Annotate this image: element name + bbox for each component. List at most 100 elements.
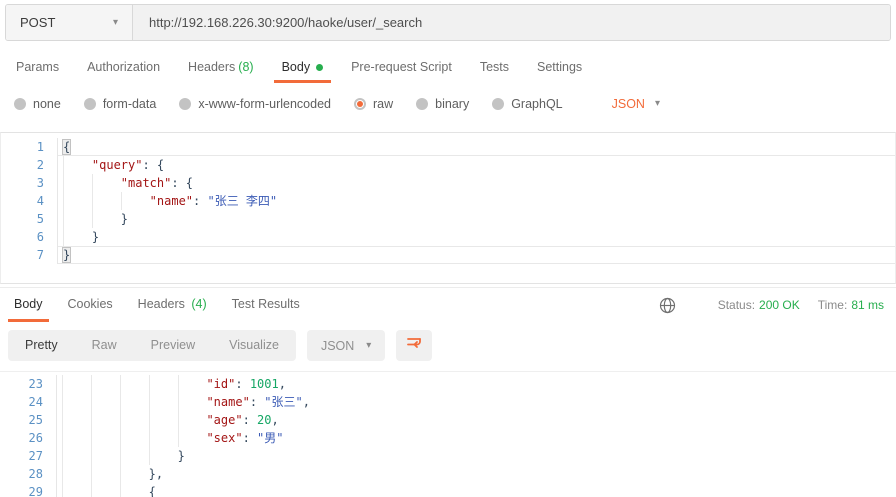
body-type-raw[interactable]: raw — [354, 97, 393, 111]
body-type-row: none form-data x-www-form-urlencoded raw bin… — [0, 91, 896, 117]
line-content: "age": 20, — [57, 411, 896, 429]
body-type-none[interactable]: none — [14, 97, 61, 111]
tab-pre-request-script[interactable]: Pre-request Script — [337, 53, 466, 83]
body-type-x-www-form-urlencoded[interactable]: x-www-form-urlencoded — [179, 97, 331, 111]
response-tabs: Body Cookies Headers (4) Test Results — [8, 288, 319, 322]
method-select[interactable]: POST ▾ — [6, 5, 133, 40]
tab-label: Pre-request Script — [351, 60, 452, 74]
body-type-binary[interactable]: binary — [416, 97, 469, 111]
line-content: } — [57, 447, 896, 465]
code-line[interactable]: 27} — [0, 447, 896, 465]
view-mode-visualize[interactable]: Visualize — [212, 330, 296, 361]
code-line[interactable]: 23 "id": 1001, — [0, 375, 896, 393]
line-number: 26 — [0, 429, 57, 447]
code-line[interactable]: 6} — [1, 228, 895, 246]
code-line[interactable]: 29 { — [0, 483, 896, 497]
response-toolbar: Pretty Raw Preview Visualize JSON ▾ — [8, 330, 896, 361]
wrap-text-icon — [406, 336, 422, 355]
body-type-form-data[interactable]: form-data — [83, 97, 156, 111]
view-mode-raw[interactable]: Raw — [75, 330, 134, 361]
tab-label: Headers — [137, 297, 185, 311]
network-globe-icon[interactable] — [659, 297, 676, 314]
response-format-select[interactable]: JSON ▾ — [306, 330, 386, 361]
line-number: 7 — [1, 246, 58, 264]
line-content: }, — [57, 465, 896, 483]
url-input[interactable] — [133, 15, 890, 30]
indent-guide — [91, 210, 121, 228]
code-token: 20 — [257, 413, 272, 427]
code-token: "男" — [257, 431, 284, 445]
request-body-editor[interactable]: 1{2 "query": {3 "match": {4 "name": "张三 李四"… — [0, 132, 896, 284]
raw-format-label: JSON — [611, 97, 645, 111]
tab-label: Authorization — [87, 60, 161, 74]
response-tab-cookies[interactable]: Cookies — [62, 288, 119, 322]
indent-guide — [62, 465, 91, 483]
tab-params[interactable]: Params — [2, 53, 73, 83]
line-number: 25 — [0, 411, 57, 429]
tab-label: Body — [14, 297, 43, 311]
response-format-label: JSON — [320, 338, 355, 353]
line-content: } — [58, 246, 895, 264]
line-content: { — [58, 138, 895, 156]
view-mode-preview[interactable]: Preview — [134, 330, 212, 361]
code-token: 1001 — [249, 377, 279, 391]
code-line[interactable]: 25 "age": 20, — [0, 411, 896, 429]
code-line[interactable]: 26 "sex": "男" — [0, 429, 896, 447]
code-token: : { — [142, 158, 165, 172]
code-token: : — [193, 194, 208, 208]
body-type-graphql[interactable]: GraphQL — [492, 97, 563, 111]
indent-guide — [63, 192, 92, 210]
request-url-bar: POST ▾ — [5, 4, 891, 41]
tab-body[interactable]: Body — [268, 53, 338, 83]
indent-guide — [119, 483, 149, 497]
code-token: } — [120, 212, 129, 226]
response-body-editor[interactable]: 23 "id": 1001, 24 "name": "张三", 25 "age": 20,… — [0, 371, 896, 497]
indent-guide — [90, 393, 120, 411]
code-line[interactable]: 28}, — [0, 465, 896, 483]
code-line[interactable]: 1{ — [1, 138, 895, 156]
wrap-text-button[interactable] — [396, 330, 433, 361]
code-token: "张三 李四" — [207, 194, 278, 208]
code-token: } — [61, 247, 72, 263]
method-label: POST — [20, 15, 56, 30]
code-line[interactable]: 5} — [1, 210, 895, 228]
time-label: Time: — [817, 298, 848, 312]
tab-settings[interactable]: Settings — [523, 53, 596, 83]
indent-guide — [119, 465, 149, 483]
code-line[interactable]: 2 "query": { — [1, 156, 895, 174]
response-tab-test-results[interactable]: Test Results — [226, 288, 306, 322]
tab-label: Cookies — [67, 297, 113, 311]
indent-guide — [119, 393, 149, 411]
view-mode-pretty[interactable]: Pretty — [8, 330, 75, 361]
response-tab-body[interactable]: Body — [8, 288, 49, 322]
code-token: } — [91, 230, 100, 244]
indent-guide — [148, 375, 178, 393]
chevron-down-icon: ▾ — [654, 98, 660, 109]
code-line[interactable]: 7} — [1, 246, 895, 264]
radio-label: x-www-form-urlencoded — [198, 97, 331, 111]
radio-icon — [492, 98, 505, 110]
tab-headers[interactable]: Headers (8) — [174, 53, 268, 83]
indent-guide — [91, 192, 121, 210]
tab-tests[interactable]: Tests — [466, 53, 523, 83]
code-line[interactable]: 4 "name": "张三 李四" — [1, 192, 895, 210]
indent-guide — [62, 429, 91, 447]
code-line[interactable]: 3 "match": { — [1, 174, 895, 192]
indent-guide — [90, 411, 120, 429]
indent-guide — [119, 375, 149, 393]
raw-format-select[interactable]: JSON ▾ — [612, 97, 660, 111]
tab-authorization[interactable]: Authorization — [73, 53, 174, 83]
line-content: "sex": "男" — [57, 429, 896, 447]
time-value: 81 ms — [851, 298, 884, 312]
indent-guide — [63, 174, 92, 192]
response-meta-row: Body Cookies Headers (4) Test Results Statu… — [0, 288, 896, 322]
line-number: 2 — [1, 156, 58, 174]
code-line[interactable]: 24 "name": "张三", — [0, 393, 896, 411]
chevron-down-icon: ▾ — [366, 339, 372, 351]
indent-guide — [90, 375, 120, 393]
line-number: 5 — [1, 210, 58, 228]
radio-icon — [83, 98, 96, 110]
code-token: }, — [148, 467, 164, 481]
indent-guide — [119, 447, 149, 465]
response-tab-headers[interactable]: Headers (4) — [132, 288, 213, 322]
